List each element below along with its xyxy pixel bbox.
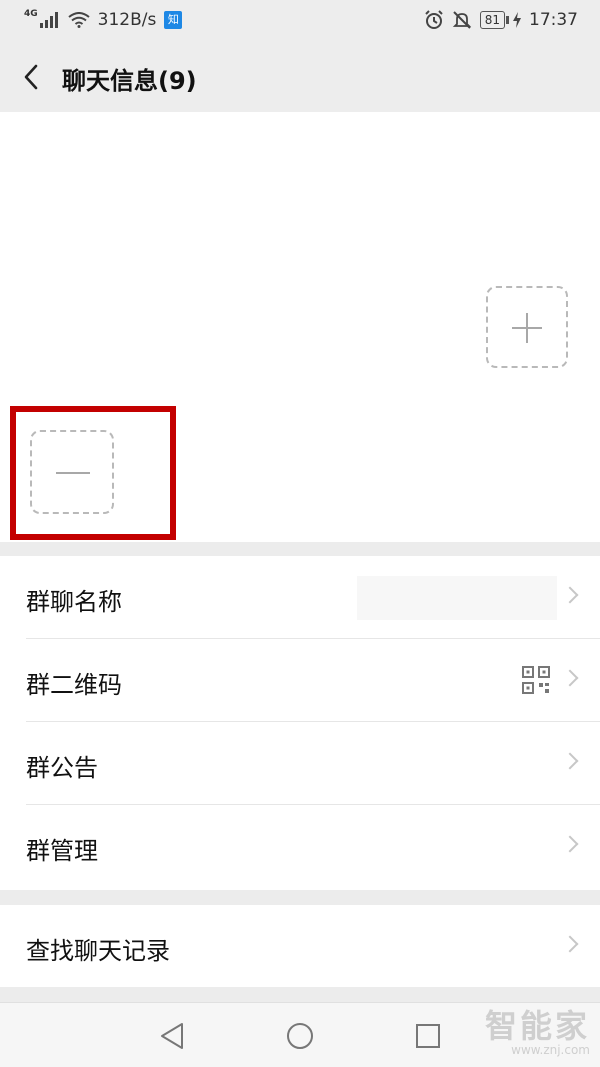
group-announcement-label: 群公告 xyxy=(26,754,98,782)
group-members-panel xyxy=(0,112,600,542)
battery-indicator: 81 xyxy=(479,11,510,29)
clock: 17:37 xyxy=(529,10,578,30)
network-type: 4G xyxy=(24,9,38,19)
charging-icon xyxy=(513,12,521,28)
back-button[interactable] xyxy=(18,60,48,94)
app-header: 聊天信息(9) xyxy=(0,42,600,112)
system-navigation-bar: 智能家 www.znj.com xyxy=(0,1002,600,1067)
nav-recents-icon[interactable] xyxy=(414,1021,442,1051)
group-name-label: 群聊名称 xyxy=(26,588,122,616)
alarm-icon xyxy=(425,10,443,29)
chevron-right-icon xyxy=(561,586,579,604)
network-speed: 312B/s xyxy=(97,10,157,30)
group-qrcode-label: 群二维码 xyxy=(26,671,122,699)
chevron-right-icon xyxy=(561,752,579,770)
search-chat-history-row[interactable]: 查找聊天记录 xyxy=(0,905,600,988)
group-name-value xyxy=(357,576,557,620)
group-name-row[interactable]: 群聊名称 xyxy=(0,556,600,639)
group-management-label: 群管理 xyxy=(26,837,98,865)
search-chat-history-label: 查找聊天记录 xyxy=(26,937,170,965)
signal-icon xyxy=(39,12,58,28)
back-arrow-icon xyxy=(24,64,38,90)
watermark-url: www.znj.com xyxy=(511,1043,590,1057)
chevron-right-icon xyxy=(561,669,579,687)
app-notification-badge: 知 xyxy=(164,11,183,29)
group-announcement-row[interactable]: 群公告 xyxy=(0,722,600,805)
group-qrcode-row[interactable]: 群二维码 xyxy=(0,639,600,722)
chat-search-section: 查找聊天记录 xyxy=(0,905,600,987)
nav-back-icon[interactable] xyxy=(158,1021,186,1051)
page-title: 聊天信息(9) xyxy=(62,67,197,95)
wifi-icon xyxy=(68,12,90,28)
group-settings-list: 群聊名称 群二维码 群公告 群管理 xyxy=(0,556,600,890)
nav-home-icon[interactable] xyxy=(285,1021,315,1051)
chevron-right-icon xyxy=(561,835,579,853)
watermark: 智能家 www.znj.com xyxy=(485,1009,590,1057)
group-management-row[interactable]: 群管理 xyxy=(0,805,600,888)
chevron-right-icon xyxy=(561,935,579,953)
add-member-button[interactable] xyxy=(486,286,568,368)
remove-member-button[interactable] xyxy=(30,430,114,514)
status-bar: 4G 312B/s 知 81 17:37 xyxy=(0,0,600,42)
watermark-brand: 智能家 xyxy=(484,1007,590,1045)
mute-notification-icon xyxy=(452,11,471,29)
qr-code-icon xyxy=(522,666,550,694)
